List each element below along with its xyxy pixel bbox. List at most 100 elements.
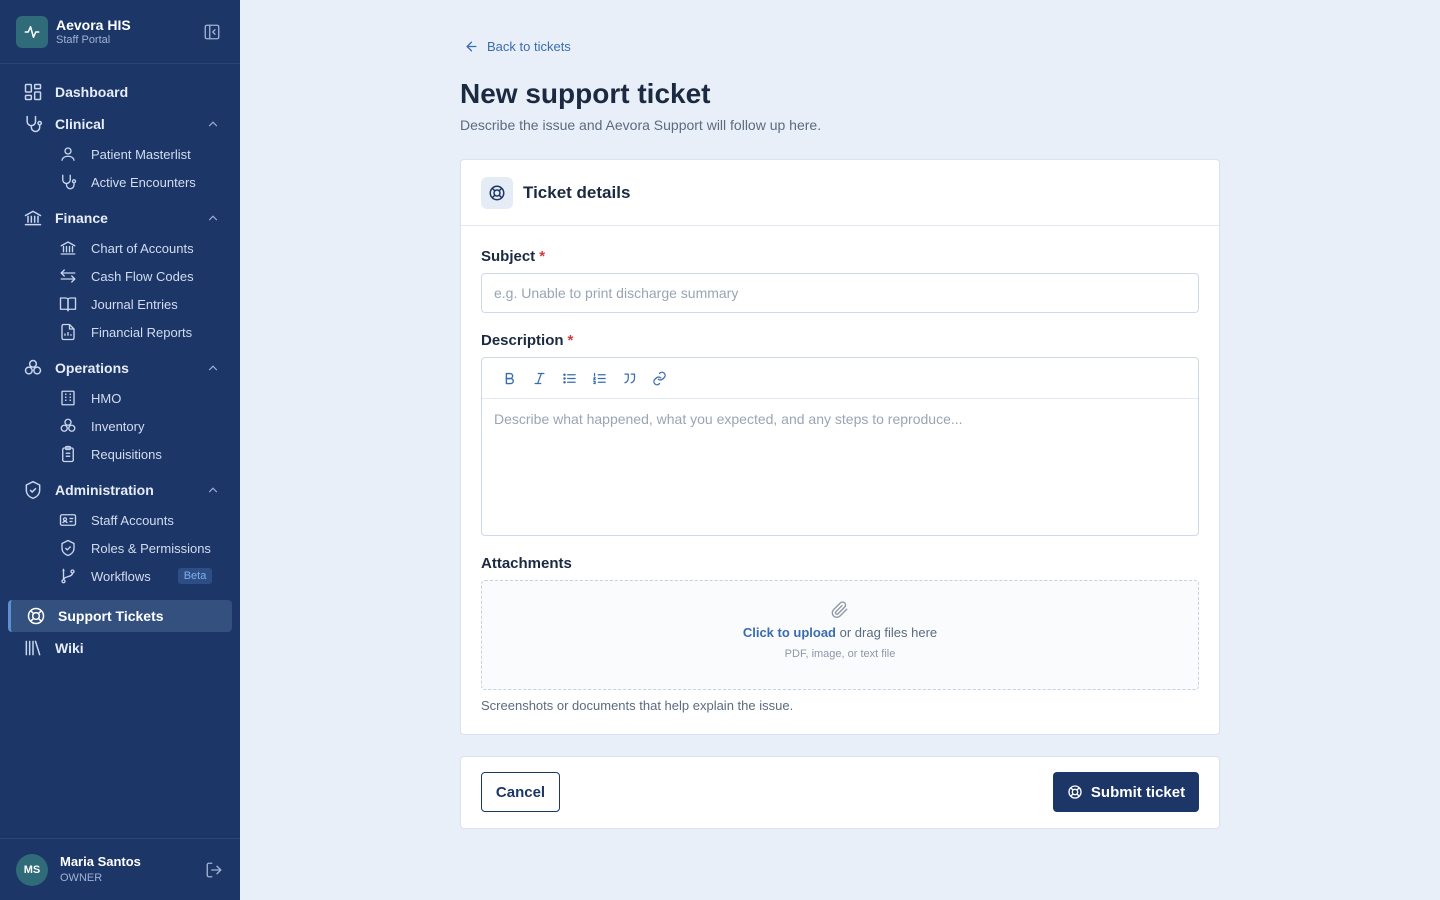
back-to-tickets-link[interactable]: Back to tickets — [464, 39, 571, 54]
app-title: Aevora HIS — [56, 16, 131, 33]
boxes-icon — [58, 416, 78, 436]
sidebar-group-label: Administration — [55, 482, 154, 498]
building-icon — [58, 388, 78, 408]
shield-check-icon — [58, 538, 78, 558]
sidebar-item-workflows[interactable]: Workflows Beta — [0, 562, 240, 590]
clipboard-icon — [58, 444, 78, 464]
sidebar-group-label: Finance — [55, 210, 108, 226]
card-title: Ticket details — [523, 182, 631, 202]
form-actions: Cancel Submit ticket — [460, 756, 1220, 829]
sidebar-collapse-icon[interactable] — [200, 20, 224, 44]
description-label-text: Description — [481, 332, 564, 349]
grid-icon — [22, 81, 44, 103]
subject-label: Subject * — [481, 248, 545, 265]
arrows-exchange-icon — [58, 266, 78, 286]
sidebar-group-administration[interactable]: Administration — [0, 474, 240, 506]
editor-toolbar — [482, 358, 1198, 399]
user-role: OWNER — [60, 871, 103, 884]
chevron-up-icon — [208, 121, 218, 127]
sidebar-item-label: Active Encounters — [91, 174, 196, 190]
card-header: Ticket details — [461, 160, 1219, 226]
sidebar-item-dashboard[interactable]: Dashboard — [0, 76, 240, 108]
stethoscope-icon — [58, 172, 78, 192]
sidebar-item-label: Roles & Permissions — [91, 540, 211, 556]
attachments-help-text: Screenshots or documents that help expla… — [481, 698, 794, 713]
avatar: MS — [16, 853, 48, 886]
user-profile: MS Maria Santos OWNER — [0, 838, 240, 900]
sidebar-item-label: Chart of Accounts — [91, 240, 194, 256]
sidebar-item-label: Support Tickets — [58, 608, 164, 624]
back-link-label: Back to tickets — [487, 39, 571, 54]
id-card-icon — [58, 510, 78, 530]
description-editor: Describe what happened, what you expecte… — [481, 357, 1199, 536]
ticket-details-card: Ticket details Subject* Description* — [460, 159, 1220, 735]
sidebar-item-active-encounters[interactable]: Active Encounters — [0, 168, 240, 196]
sidebar-item-requisitions[interactable]: Requisitions — [0, 440, 240, 468]
submit-button-label: Submit ticket — [1090, 783, 1186, 801]
stethoscope-icon — [22, 113, 44, 135]
sidebar-nav: Dashboard Clinical Patient Masterlist Ac… — [0, 76, 240, 664]
logout-icon[interactable] — [204, 860, 224, 880]
bank-icon — [22, 207, 44, 229]
file-dropzone[interactable]: Click to upload or drag files here PDF, … — [481, 580, 1199, 690]
sidebar-item-financial-reports[interactable]: Financial Reports — [0, 318, 240, 346]
cancel-button[interactable]: Cancel — [481, 772, 560, 812]
sidebar-item-patient-masterlist[interactable]: Patient Masterlist — [0, 140, 240, 168]
required-marker: * — [539, 248, 546, 265]
lifebuoy-icon — [481, 176, 513, 209]
git-branch-icon — [58, 566, 78, 586]
sidebar-item-staff-accounts[interactable]: Staff Accounts — [0, 506, 240, 534]
user-name: Maria Santos — [60, 853, 141, 869]
sidebar-item-label: Inventory — [91, 418, 145, 434]
dropzone-hint: PDF, image, or text file — [784, 648, 896, 660]
lifebuoy-icon — [25, 605, 47, 627]
link-icon[interactable] — [644, 363, 674, 393]
numbered-list-icon[interactable] — [584, 363, 614, 393]
sidebar-item-roles-permissions[interactable]: Roles & Permissions — [0, 534, 240, 562]
quote-icon[interactable] — [614, 363, 644, 393]
description-textarea[interactable]: Describe what happened, what you expecte… — [482, 399, 1198, 439]
click-to-upload-link[interactable]: Click to upload — [743, 625, 836, 640]
sidebar-item-support-tickets[interactable]: Support Tickets — [8, 600, 232, 632]
user-icon — [58, 144, 78, 164]
sidebar-group-operations[interactable]: Operations — [0, 352, 240, 384]
sidebar-group-label: Operations — [55, 360, 129, 376]
arrow-left-icon — [464, 39, 479, 54]
sidebar-group-label: Clinical — [55, 116, 105, 132]
sidebar-item-label: Requisitions — [91, 446, 162, 462]
italic-icon[interactable] — [524, 363, 554, 393]
sidebar-item-label: Wiki — [55, 640, 84, 656]
chevron-up-icon — [208, 487, 218, 493]
dropzone-text: or drag files here — [836, 625, 938, 640]
sidebar: Aevora HIS Staff Portal Dashboard Clinic… — [0, 0, 240, 900]
subject-input[interactable] — [481, 273, 1199, 313]
sidebar-item-journal-entries[interactable]: Journal Entries — [0, 290, 240, 318]
bullet-list-icon[interactable] — [554, 363, 584, 393]
lifebuoy-icon — [1067, 784, 1083, 800]
sidebar-item-hmo[interactable]: HMO — [0, 384, 240, 412]
sidebar-item-inventory[interactable]: Inventory — [0, 412, 240, 440]
sidebar-group-clinical[interactable]: Clinical — [0, 108, 240, 140]
sidebar-group-finance[interactable]: Finance — [0, 202, 240, 234]
page-title: New support ticket — [460, 78, 711, 109]
page-subtitle: Describe the issue and Aevora Support wi… — [460, 117, 822, 133]
sidebar-item-wiki[interactable]: Wiki — [0, 632, 240, 664]
report-icon — [58, 322, 78, 342]
shield-check-icon — [22, 479, 44, 501]
submit-ticket-button[interactable]: Submit ticket — [1053, 772, 1199, 812]
bank-icon — [58, 238, 78, 258]
sidebar-item-cash-flow-codes[interactable]: Cash Flow Codes — [0, 262, 240, 290]
sidebar-item-label: Cash Flow Codes — [91, 268, 194, 284]
sidebar-item-label: HMO — [91, 390, 122, 406]
chevron-up-icon — [208, 365, 218, 371]
beta-badge: Beta — [177, 568, 213, 584]
sidebar-item-label: Staff Accounts — [91, 512, 174, 528]
description-label: Description * — [481, 332, 573, 349]
sidebar-item-chart-of-accounts[interactable]: Chart of Accounts — [0, 234, 240, 262]
sidebar-item-label: Journal Entries — [91, 296, 178, 312]
subject-label-text: Subject — [481, 248, 536, 265]
required-marker: * — [567, 332, 574, 349]
sidebar-item-label: Patient Masterlist — [91, 146, 191, 162]
sidebar-item-label: Workflows — [91, 568, 151, 584]
bold-icon[interactable] — [494, 363, 524, 393]
